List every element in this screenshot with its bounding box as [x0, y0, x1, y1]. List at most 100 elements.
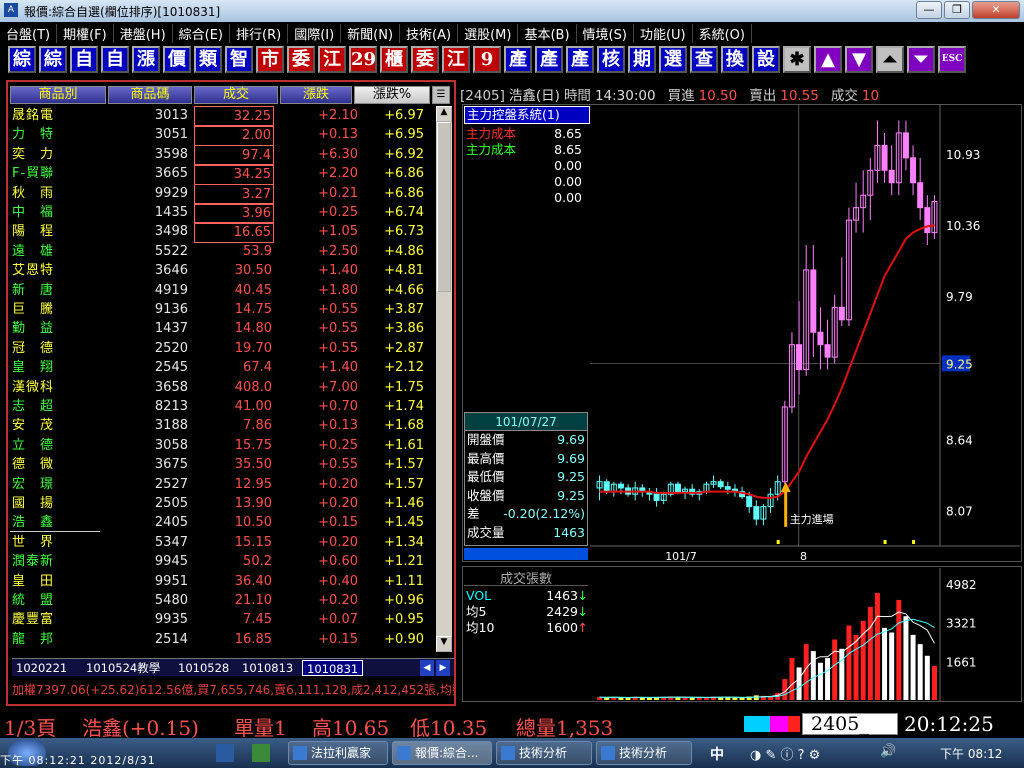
indicator-title[interactable]: 主力控盤系統(1)	[464, 106, 590, 124]
menu-item-2[interactable]: 港盤(H)	[114, 23, 173, 43]
toolbar-button-19[interactable]: 核	[597, 46, 625, 73]
toolbar-button-21[interactable]: 選	[659, 46, 687, 73]
stock-input[interactable]: 2405_	[802, 713, 898, 735]
tab-1010524[interactable]: 1010524教學	[86, 660, 160, 676]
toolbar-button-26[interactable]: ▲	[814, 46, 842, 73]
task-ferrari[interactable]: 法拉利贏家	[288, 741, 388, 765]
toolbar-button-12[interactable]: 櫃	[380, 46, 408, 73]
table-row[interactable]: 龍 邦 2514 16.85 +0.15 +0.90	[8, 630, 436, 649]
table-row[interactable]: 力 特 3051 2.00 +0.13 +6.95	[8, 125, 436, 147]
scroll-down-icon[interactable]: ▼	[436, 636, 452, 652]
table-row[interactable]: 國 揚 2505 13.90 +0.20 +1.46	[8, 494, 436, 513]
table-row[interactable]: 艾恩特 3646 30.50 +1.40 +4.81	[8, 261, 436, 280]
table-row[interactable]: 立 德 3058 15.75 +0.25 +1.61	[8, 436, 436, 455]
toolbar-button-4[interactable]: 漲	[132, 46, 160, 73]
menu-item-11[interactable]: 功能(U)	[634, 23, 693, 43]
toolbar-button-0[interactable]: 綜	[8, 46, 36, 73]
menu-item-7[interactable]: 技術(A)	[400, 23, 459, 43]
menu-item-3[interactable]: 綜合(E)	[173, 23, 230, 43]
header-change-pct[interactable]: 漲跌%	[354, 86, 430, 104]
table-row[interactable]: 潤泰新 9945 50.2 +0.60 +1.21	[8, 552, 436, 571]
toolbar-button-5[interactable]: 價	[163, 46, 191, 73]
toolbar-button-27[interactable]: ▼	[845, 46, 873, 73]
toolbar-button-25[interactable]: ✱	[783, 46, 811, 73]
toolbar-button-28[interactable]: ⏶	[876, 46, 904, 73]
table-row[interactable]: 世 界 5347 15.15 +0.20 +1.34	[8, 533, 436, 552]
toolbar-button-13[interactable]: 委	[411, 46, 439, 73]
table-row[interactable]: 巨 騰 9136 14.75 +0.55 +3.87	[8, 300, 436, 319]
table-row[interactable]: 皇 田 9951 36.40 +0.40 +1.11	[8, 572, 436, 591]
toolbar-button-30[interactable]: ESC	[938, 46, 966, 73]
task-tech-2[interactable]: 技術分析	[596, 741, 692, 765]
table-row[interactable]: 奕 力 3598 97.4 +6.30 +6.92	[8, 144, 436, 166]
tray-icons[interactable]: ◑ ✎ ⓘ ? ⚙	[750, 744, 820, 763]
tab-1010813[interactable]: 1010813	[242, 660, 293, 676]
menu-item-4[interactable]: 排行(R)	[230, 23, 289, 43]
toolbar-button-11[interactable]: 29	[349, 46, 377, 73]
table-row[interactable]: 陽 程 3498 16.65 +1.05 +6.73	[8, 222, 436, 244]
toolbar-button-22[interactable]: 查	[690, 46, 718, 73]
ime-indicator[interactable]: 中	[710, 744, 724, 764]
tab-1020221[interactable]: 1020221	[16, 660, 67, 676]
toolbar-button-24[interactable]: 設	[752, 46, 780, 73]
toolbar-button-10[interactable]: 江	[318, 46, 346, 73]
toolbar-button-18[interactable]: 產	[566, 46, 594, 73]
toolbar-button-9[interactable]: 委	[287, 46, 315, 73]
table-row[interactable]: 勤 益 1437 14.80 +0.55 +3.86	[8, 319, 436, 338]
tab-1010528[interactable]: 1010528	[178, 660, 229, 676]
minimize-button[interactable]: —	[916, 1, 942, 19]
toolbar-button-29[interactable]: ⏷	[907, 46, 935, 73]
header-menu-icon[interactable]: ☰	[432, 86, 450, 104]
table-row[interactable]: 慶豐富 9935 7.45 +0.07 +0.95	[8, 610, 436, 629]
table-row[interactable]: 德 微 3675 35.50 +0.55 +1.57	[8, 455, 436, 474]
header-code[interactable]: 商品碼	[108, 86, 192, 104]
header-name[interactable]: 商品別	[10, 86, 106, 104]
toolbar-button-2[interactable]: 自	[70, 46, 98, 73]
menu-item-9[interactable]: 基本(B)	[518, 23, 577, 43]
toolbar-button-17[interactable]: 產	[535, 46, 563, 73]
table-row[interactable]: 統 盟 5480 21.10 +0.20 +0.96	[8, 591, 436, 610]
maximize-button[interactable]: ❐	[944, 1, 970, 19]
scroll-up-icon[interactable]: ▲	[436, 106, 452, 122]
table-row[interactable]: 遠 雄 5522 53.9 +2.50 +4.86	[8, 242, 436, 261]
tab-prev-icon[interactable]: ◀	[420, 660, 434, 676]
toolbar-button-7[interactable]: 智	[225, 46, 253, 73]
menu-item-12[interactable]: 系統(O)	[693, 23, 752, 43]
menu-item-8[interactable]: 選股(M)	[458, 23, 519, 43]
table-row[interactable]: 皇 翔 2545 67.4 +1.40 +2.12	[8, 358, 436, 377]
tab-1010831[interactable]: 1010831	[302, 660, 364, 676]
table-row[interactable]: 志 超 8213 41.00 +0.70 +1.74	[8, 397, 436, 416]
menu-item-10[interactable]: 情境(S)	[577, 23, 634, 43]
media-icon[interactable]	[216, 744, 234, 762]
table-row[interactable]: 漢微科 3658 408.0 +7.00 +1.75	[8, 378, 436, 397]
table-row[interactable]: 晟銘電 3013 32.25 +2.10 +6.97	[8, 106, 436, 127]
table-row[interactable]: 浩 鑫 2405 10.50 +0.15 +1.45	[8, 513, 436, 533]
table-row[interactable]: 新 唐 4919 40.45 +1.80 +4.66	[8, 281, 436, 300]
table-row[interactable]: 宏 璟 2527 12.95 +0.20 +1.57	[8, 475, 436, 494]
task-quote[interactable]: 報價:綜合...	[392, 741, 492, 765]
menu-item-1[interactable]: 期權(F)	[57, 23, 114, 43]
volume-chart[interactable]: 4982 3321 1661	[590, 568, 1020, 702]
menu-item-5[interactable]: 國際(I)	[288, 23, 342, 43]
toolbar-button-20[interactable]: 期	[628, 46, 656, 73]
task-tech-1[interactable]: 技術分析	[496, 741, 592, 765]
volume-icon[interactable]: 🔊	[880, 744, 896, 759]
toolbar-button-14[interactable]: 江	[442, 46, 470, 73]
toolbar-button-16[interactable]: 產	[504, 46, 532, 73]
header-change[interactable]: 漲跌	[280, 86, 352, 104]
explorer-icon[interactable]	[252, 744, 270, 762]
list-scrollbar[interactable]: ▲ ▼	[436, 106, 452, 652]
toolbar-button-15[interactable]: 9	[473, 46, 501, 73]
price-chart[interactable]: 主力進場 10.93 10.36 9.79 9.25 8.64 8.07 101/7 8	[590, 104, 1020, 562]
table-row[interactable]: F-貿聯 3665 34.25 +2.20 +6.86	[8, 164, 436, 186]
table-row[interactable]: 秋 雨 9929 3.27 +0.21 +6.86	[8, 183, 436, 205]
toolbar-button-6[interactable]: 類	[194, 46, 222, 73]
menu-item-6[interactable]: 新聞(N)	[341, 23, 401, 43]
toolbar-button-1[interactable]: 綜	[39, 46, 67, 73]
toolbar-button-8[interactable]: 市	[256, 46, 284, 73]
toolbar-button-3[interactable]: 自	[101, 46, 129, 73]
header-price[interactable]: 成交	[194, 86, 278, 104]
toolbar-button-23[interactable]: 換	[721, 46, 749, 73]
scroll-thumb[interactable]	[437, 122, 451, 292]
tab-next-icon[interactable]: ▶	[436, 660, 450, 676]
